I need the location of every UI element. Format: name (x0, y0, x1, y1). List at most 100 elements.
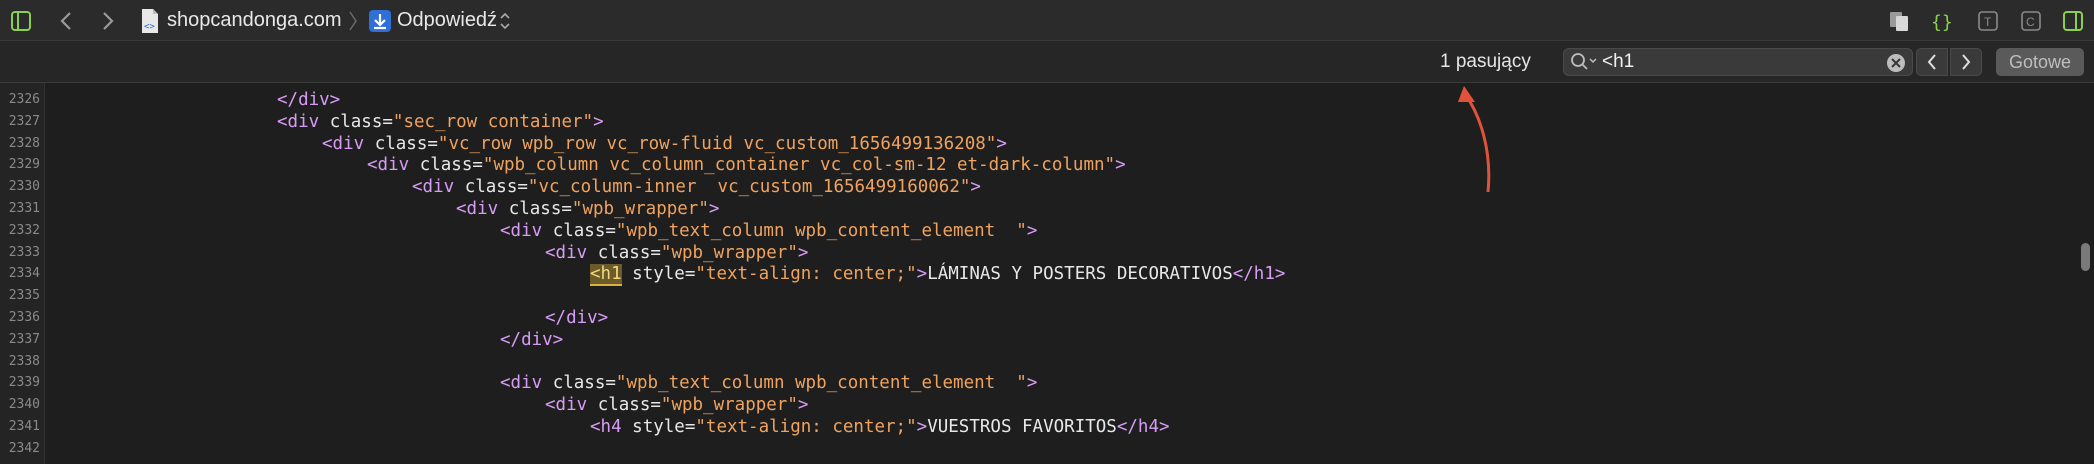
code-token: > (916, 417, 928, 437)
line-number: 2331 (8, 201, 40, 216)
code-token: <div (367, 155, 420, 176)
code-text: <div class="vc_column-inner vc_custom_16… (412, 176, 981, 198)
code-token: <div (545, 242, 598, 263)
svg-text:{}: {} (1931, 12, 1952, 32)
copy-icon[interactable] (1887, 8, 1911, 34)
code-text: </div> (545, 307, 608, 329)
code-token: </div> (545, 308, 609, 328)
chevron-right-icon[interactable] (96, 8, 120, 34)
clear-icon[interactable] (1886, 53, 1906, 78)
code-token: > (1115, 155, 1126, 176)
line-number: 2340 (8, 397, 40, 413)
code-text: <div class="wpb_column vc_column_contain… (367, 154, 1126, 176)
code-token: style= (632, 264, 696, 285)
code-text: <div class="vc_row wpb_row vc_row-fluid … (322, 133, 1007, 155)
code-token: <div (500, 220, 553, 241)
code-token: <div (545, 395, 598, 416)
scrollbar-track[interactable] (2078, 83, 2092, 464)
chevron-left-icon[interactable] (54, 8, 78, 34)
source-code-view[interactable]: 2326 </div> 2327 <div class="sec_row contai… (0, 83, 2070, 464)
code-token: > (970, 177, 981, 198)
code-token: <div (412, 177, 465, 198)
line-number: 2334 (8, 266, 40, 282)
t-box-icon[interactable]: T (1975, 8, 2001, 34)
code-token: class= (508, 199, 572, 219)
code-token: "wpb_text_column wpb_content_element " (615, 373, 1027, 394)
line-number: 2327 (8, 113, 40, 129)
code-token: class= (464, 177, 528, 198)
code-token: > (708, 199, 720, 219)
braces-icon[interactable]: {} (1928, 8, 1954, 34)
c-box-icon[interactable]: C (2018, 8, 2044, 34)
site-name[interactable]: shopcandonga.com (167, 6, 342, 34)
code-token: VUESTROS FAVORITOS (927, 417, 1117, 437)
code-token: > (1026, 220, 1038, 241)
match-count: 1 pasujący (1440, 51, 1531, 72)
code-text: </div> (277, 89, 340, 111)
line-number: 2330 (8, 179, 40, 195)
code-text: <h4 style="text-align: center;">VUESTROS… (590, 416, 1170, 438)
code-token: </div> (277, 90, 341, 110)
sidebar-toggle-icon[interactable] (8, 8, 34, 34)
previous-match-icon (1927, 54, 1936, 70)
svg-text:C: C (2026, 15, 2035, 29)
code-token: "wpb_wrapper" (660, 395, 798, 416)
magnifier-icon[interactable] (1570, 52, 1600, 77)
search-match-highlight: <h1 (590, 264, 622, 287)
code-token: </h4> (1116, 417, 1170, 437)
code-token: "vc_column-inner vc_custom_1656499160062… (527, 177, 971, 198)
line-number: 2342 (8, 440, 40, 456)
done-button[interactable]: Gotowe (1996, 48, 2084, 76)
breadcrumb-chevron-icon (346, 8, 360, 34)
code-token: class= (552, 373, 616, 394)
svg-text:T: T (1984, 15, 1992, 29)
code-token: > (916, 264, 928, 285)
code-token: "sec_row container" (392, 111, 594, 132)
annotation-arrow (1458, 86, 1491, 193)
code-token: "vc_row wpb_row vc_row-fluid vc_custom_1… (437, 133, 997, 154)
code-token: class= (329, 111, 393, 132)
code-token: "wpb_wrapper" (660, 242, 798, 263)
find-bar: 1 pasujący Gotowe (0, 41, 2094, 83)
line-number: 2336 (8, 310, 40, 325)
sidebar-right-icon[interactable] (2060, 8, 2086, 34)
next-match-button[interactable] (1950, 48, 1982, 76)
code-token: <div (277, 111, 330, 132)
code-token: style= (632, 417, 696, 437)
next-match-icon (1962, 54, 1971, 70)
code-token: "wpb_text_column wpb_content_element " (615, 220, 1027, 241)
line-number: 2333 (8, 244, 40, 260)
code-token: <h4 (590, 417, 633, 437)
search-field[interactable] (1563, 48, 1913, 76)
chevron-updown-icon[interactable] (498, 8, 512, 34)
line-number: 2326 (8, 92, 40, 107)
resource-type[interactable]: Odpowiedź (397, 6, 497, 34)
code-token: class= (374, 133, 438, 154)
code-token: <div (322, 133, 375, 154)
code-token: </h1> (1232, 264, 1286, 285)
previous-match-button[interactable] (1916, 48, 1948, 76)
search-input[interactable] (1602, 50, 1862, 74)
code-text: <div class="wpb_wrapper"> (456, 198, 719, 220)
code-token: "wpb_wrapper" (571, 199, 709, 219)
code-token: class= (597, 395, 661, 416)
code-token: > (797, 242, 809, 263)
toolbar: <> shopcandonga.com Odpowiedź {} T C (0, 0, 2094, 41)
file-code-icon: <> (139, 7, 161, 35)
code-token: "text-align: center;" (695, 264, 917, 285)
code-token: > (996, 133, 1007, 154)
code-token: <div (456, 199, 509, 219)
line-number: 2339 (8, 375, 40, 391)
svg-text:<>: <> (144, 22, 155, 32)
scrollbar-thumb[interactable] (2081, 243, 2090, 271)
code-token: > (1026, 373, 1038, 394)
code-text: <div class="wpb_wrapper"> (545, 394, 808, 416)
code-token: class= (419, 155, 483, 176)
code-text: <div class="wpb_text_column wpb_content_… (500, 372, 1037, 394)
line-number: 2332 (8, 222, 40, 238)
code-text: </div> (500, 329, 563, 351)
line-number: 2328 (8, 135, 40, 151)
line-number: 2335 (8, 288, 40, 304)
code-token: </div> (500, 329, 564, 350)
